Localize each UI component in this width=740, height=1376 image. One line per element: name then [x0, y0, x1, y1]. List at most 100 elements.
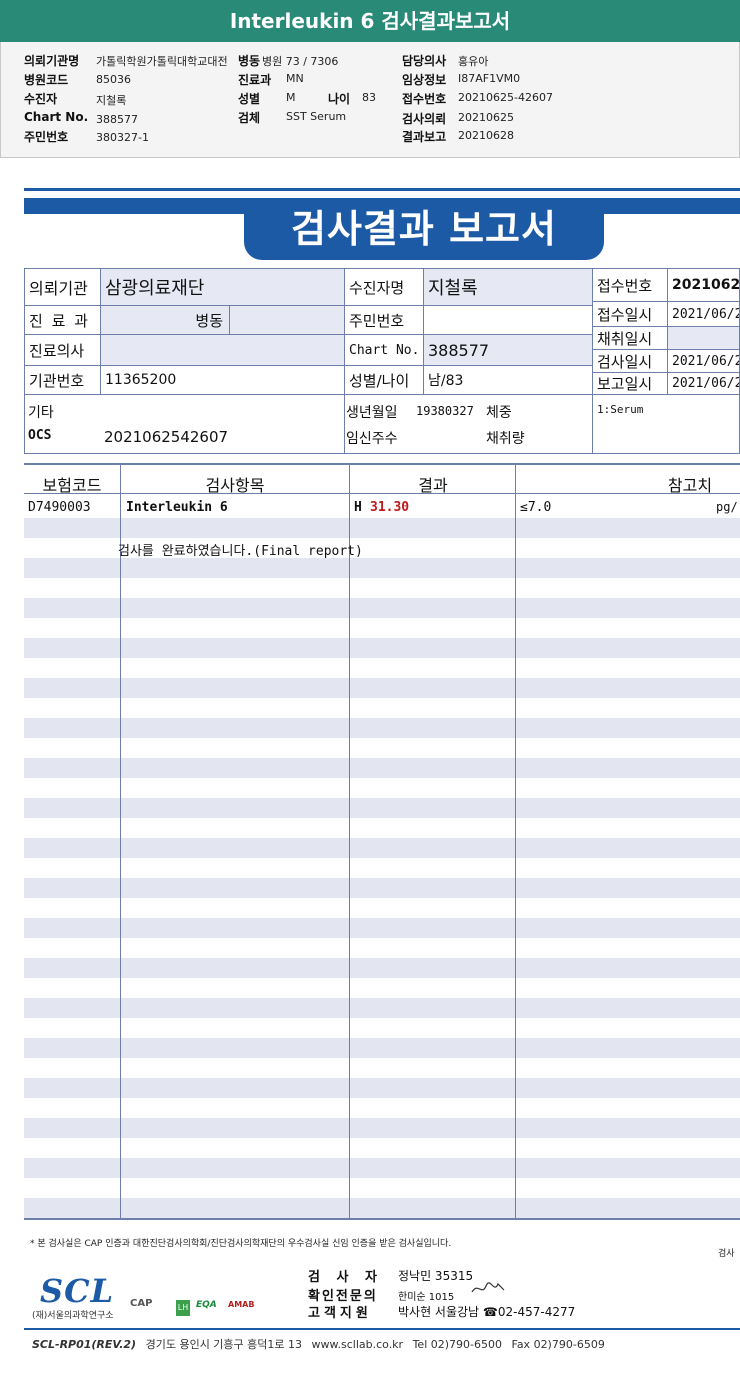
table-row	[24, 958, 740, 978]
summary-label: 담당의사	[402, 54, 447, 68]
table-row	[24, 798, 740, 818]
rrn-value	[423, 305, 593, 335]
col-header-item: 검사항목	[205, 476, 265, 495]
table-row	[24, 758, 740, 778]
summary-label: 성별	[238, 92, 261, 106]
chart-label: Chart No.	[344, 334, 424, 366]
cert-notice: * 본 검사실은 CAP 인증과 대한진단검사의학회/진단검사의학재단의 우수검…	[30, 1239, 452, 1249]
birth-value: 19380327	[416, 404, 474, 418]
table-row	[24, 878, 740, 898]
footer-info: SCL-RP01(REV.2) 경기도 용인시 기흥구 흥덕1로 13 www.…	[32, 1336, 605, 1352]
summary-label: 병원코드	[24, 73, 69, 87]
summary-label: 결과보고	[402, 130, 447, 144]
inst-no-value: 11365200	[100, 365, 345, 395]
tel: Tel 02)790-6500	[412, 1338, 502, 1351]
specimen-value: 1:Serum	[597, 403, 644, 416]
staff-label: 검 사 자	[308, 1270, 383, 1285]
test-date-label: 검사일시	[592, 349, 668, 373]
table-row	[24, 598, 740, 618]
fax: Fax 02)790-6509	[511, 1338, 605, 1351]
summary-value: 병원 73 / 7306	[262, 55, 339, 68]
pregnancy-label: 임신주수	[346, 431, 398, 447]
row-unit: pg/	[716, 500, 738, 514]
summary-label: 수진자	[24, 92, 58, 106]
summary-label: 접수번호	[402, 92, 447, 106]
sexage-value: 남/83	[423, 365, 593, 395]
col-header-ref: 참고치	[667, 476, 713, 495]
summary-value: MN	[286, 72, 304, 85]
lh-badge: LH	[176, 1300, 190, 1316]
table-row	[24, 838, 740, 858]
receipt-label: 접수번호	[592, 268, 668, 302]
receipt-date-value: 2021/06/2	[667, 301, 740, 327]
ward-label: 병동	[100, 305, 230, 335]
patient-value: 지철록	[423, 268, 593, 306]
age-value: 83	[362, 91, 376, 104]
cap-badge: CAP	[130, 1298, 153, 1309]
col-divider	[349, 464, 350, 1218]
sexage-label: 성별/나이	[344, 365, 424, 395]
summary-value: 388577	[96, 113, 138, 126]
summary-title: Interleukin 6 검사결과보고서	[0, 0, 740, 42]
doctor-value	[100, 334, 345, 366]
summary-value: 20210625-42607	[458, 91, 553, 104]
summary-value: 가톨릭학원가톨릭대학교대전	[96, 55, 228, 68]
ocs-label: OCS	[28, 428, 52, 443]
summary-value: 85036	[96, 73, 131, 86]
birth-label: 생년월일	[346, 405, 398, 421]
scl-logo-sub: (재)서울의과학연구소	[32, 1311, 114, 1321]
specimen-box: 1:Serum	[592, 394, 740, 454]
weight-label: 체중	[486, 405, 512, 421]
staff-value: 박사현 서울강남 ☎02-457-4277	[398, 1305, 576, 1319]
summary-label: 검사의뢰	[402, 112, 447, 126]
table-row	[24, 1078, 740, 1098]
collect-label: 채취일시	[592, 326, 668, 350]
test-date-value: 2021/06/2	[667, 349, 740, 373]
row-code: D7490003	[28, 500, 91, 515]
scl-logo: SCL	[40, 1272, 115, 1310]
staff-value: 정낙민 35315	[398, 1269, 474, 1283]
patient-label: 수진자명	[344, 268, 424, 306]
table-row	[24, 1198, 740, 1218]
chart-value: 388577	[423, 334, 593, 366]
summary-label: 의뢰기관명	[24, 54, 80, 68]
amab-badge: AMAB	[228, 1300, 255, 1309]
row-result: 31.30	[370, 500, 410, 515]
table-row	[24, 918, 740, 938]
summary-value: M	[286, 91, 296, 104]
right-note: 검사	[718, 1249, 735, 1259]
row-flag: H	[354, 500, 362, 515]
dept-label: 진 료 과	[24, 305, 101, 335]
ocs-value: 2021062542607	[104, 428, 229, 446]
volume-label: 채취량	[486, 431, 525, 447]
report-title: 검사결과 보고서	[244, 198, 604, 260]
table-row	[24, 718, 740, 738]
summary-label: Chart No.	[24, 110, 89, 124]
table-row	[24, 1038, 740, 1058]
table-row	[24, 518, 740, 538]
receipt-date-label: 접수일시	[592, 301, 668, 327]
age-label: 나이	[328, 92, 351, 106]
footer-rule	[24, 1328, 740, 1330]
address: 경기도 용인시 기흥구 흥덕1로 13	[145, 1338, 303, 1351]
report-date-label: 보고일시	[592, 372, 668, 395]
form-code: SCL-RP01(REV.2)	[32, 1338, 137, 1351]
website: www.scllab.co.kr	[311, 1338, 404, 1351]
summary-value: 지철록	[96, 94, 127, 107]
summary-value: 380327-1	[96, 131, 149, 144]
staff-value: 한미순 1015	[398, 1292, 455, 1303]
table-row	[24, 678, 740, 698]
table-bottom-rule	[24, 1218, 740, 1220]
row-ref: ≤7.0	[520, 500, 552, 515]
col-divider	[120, 464, 121, 1218]
summary-value: SST Serum	[286, 110, 347, 123]
table-row	[24, 638, 740, 658]
col-header-code: 보험코드	[42, 476, 102, 495]
summary-value: 홍유아	[458, 55, 489, 68]
table-row	[24, 1118, 740, 1138]
summary-value: 20210628	[458, 129, 514, 142]
summary-value: 20210625	[458, 111, 514, 124]
summary-label: 주민번호	[24, 130, 69, 144]
table-row	[24, 1158, 740, 1178]
col-divider	[515, 464, 516, 1218]
